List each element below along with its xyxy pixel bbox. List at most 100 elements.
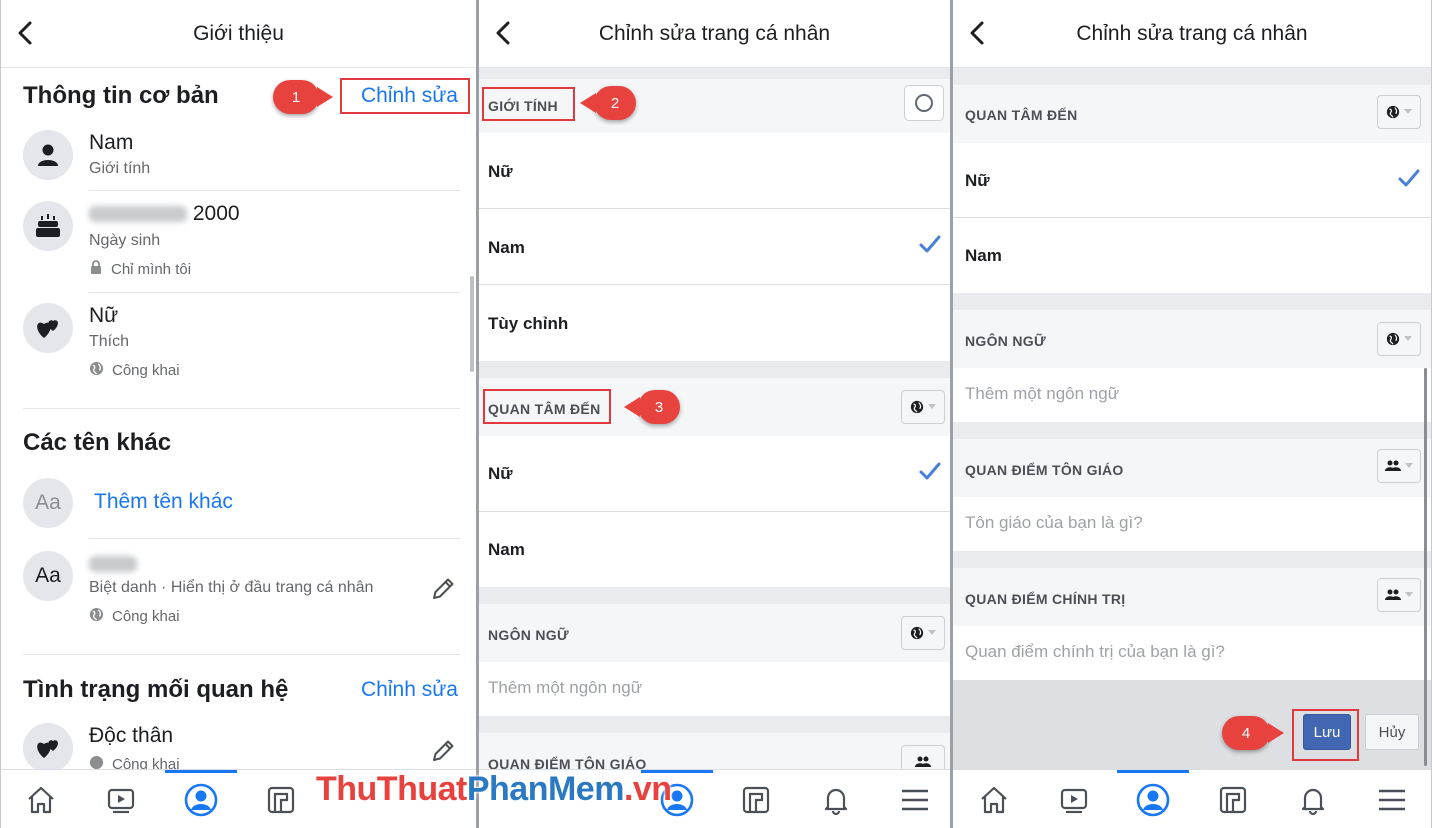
pages-icon[interactable] xyxy=(1215,782,1251,818)
language-placeholder: Thêm một ngôn ngữ xyxy=(965,384,1120,403)
caret-down-icon xyxy=(1405,592,1413,597)
highlight-interested-section xyxy=(483,389,611,424)
section-gap xyxy=(953,293,1431,310)
step-3-callout: 3 xyxy=(624,390,680,424)
menu-icon[interactable] xyxy=(1374,782,1410,818)
gender-option[interactable]: Nữ xyxy=(479,133,950,209)
gender-option-label: Nữ xyxy=(488,162,513,181)
scrollbar[interactable] xyxy=(1424,368,1427,766)
gender-option[interactable]: Tùy chỉnh xyxy=(479,285,950,361)
privacy-selector[interactable] xyxy=(901,616,945,650)
top-bar: Giới thiệu xyxy=(1,0,476,68)
step-4-callout: 4 xyxy=(1222,716,1284,750)
home-icon[interactable] xyxy=(976,782,1012,818)
page-title: Chỉnh sửa trang cá nhân xyxy=(598,22,831,45)
top-bar: Chỉnh sửa trang cá nhân xyxy=(479,0,950,68)
political-input[interactable]: Quan điểm chính trị của bạn là gì? xyxy=(953,626,1431,680)
checkmark-icon xyxy=(918,460,942,487)
home-icon[interactable] xyxy=(23,782,59,818)
religion-placeholder: Tôn giáo của bạn là gì? xyxy=(965,513,1143,532)
caret-down-icon xyxy=(928,630,936,635)
highlight-save-button xyxy=(1292,709,1359,761)
menu-icon[interactable] xyxy=(897,782,933,818)
watermark: ThuThuatPhanMem.vn xyxy=(316,770,672,809)
language-input[interactable]: Thêm một ngôn ngữ xyxy=(479,662,950,716)
language-section-header: NGÔN NGỮ xyxy=(953,310,1431,368)
nickname-value xyxy=(89,552,137,576)
caret-down-icon xyxy=(1404,109,1412,114)
religion-section-header: QUAN ĐIỂM TÔN GIÁO xyxy=(953,439,1431,497)
profile-icon[interactable] xyxy=(1135,782,1171,818)
nickname-privacy: Công khai xyxy=(89,607,180,626)
section-gap xyxy=(479,716,950,733)
hearts-icon xyxy=(23,303,73,353)
relationship-value: Độc thân xyxy=(89,724,174,747)
globe-icon xyxy=(1386,332,1400,346)
gender-label: Giới tính xyxy=(89,160,151,177)
cancel-button[interactable]: Hủy xyxy=(1365,714,1419,750)
caret-down-icon xyxy=(928,404,936,409)
blurred-date xyxy=(89,206,187,223)
globe-icon xyxy=(910,626,924,640)
action-bar xyxy=(953,680,1431,769)
interested-option-label: Nữ xyxy=(488,464,513,483)
privacy-selector[interactable] xyxy=(1377,449,1421,483)
interested-label: Thích xyxy=(89,333,130,350)
scrollbar[interactable] xyxy=(470,276,474,372)
privacy-selector[interactable] xyxy=(1377,322,1421,356)
divider xyxy=(89,190,460,191)
profile-icon[interactable] xyxy=(183,782,219,818)
gender-option[interactable]: Nam xyxy=(479,209,950,285)
interested-option[interactable]: Nữ xyxy=(479,436,950,511)
friends-icon xyxy=(1385,589,1401,600)
language-section-label: NGÔN NGỮ xyxy=(965,333,1046,349)
privacy-selector[interactable] xyxy=(901,390,945,424)
caret-down-icon xyxy=(1405,463,1413,468)
person-icon xyxy=(23,130,73,180)
relationship-heading: Tình trạng mối quan hệ xyxy=(23,676,289,703)
interested-option[interactable]: Nam xyxy=(479,512,950,587)
bell-icon[interactable] xyxy=(1295,782,1331,818)
interested-value: Nữ xyxy=(89,304,119,327)
political-section-label: QUAN ĐIỂM CHÍNH TRỊ xyxy=(965,591,1126,607)
birthday-year: 2000 xyxy=(192,202,240,225)
pages-icon[interactable] xyxy=(263,782,299,818)
checkmark-icon xyxy=(918,233,942,260)
religion-section-label: QUAN ĐIỂM TÔN GIÁO xyxy=(965,462,1124,478)
pencil-icon[interactable] xyxy=(429,737,457,770)
globe-icon xyxy=(89,361,104,380)
add-other-name-link[interactable]: Thêm tên khác xyxy=(94,490,233,514)
section-gap xyxy=(953,422,1431,439)
gender-option-label: Nam xyxy=(488,238,525,257)
interested-option[interactable]: Nam xyxy=(953,218,1431,293)
language-input[interactable]: Thêm một ngôn ngữ xyxy=(953,368,1431,422)
edit-relationship-link[interactable]: Chỉnh sửa xyxy=(361,678,458,702)
pages-icon[interactable] xyxy=(738,782,774,818)
language-placeholder: Thêm một ngôn ngữ xyxy=(488,678,643,697)
privacy-selector[interactable] xyxy=(1377,95,1421,129)
watch-icon[interactable] xyxy=(1056,782,1092,818)
bell-icon[interactable] xyxy=(818,782,854,818)
step-1-callout: 1 xyxy=(273,80,333,114)
radio-circle-icon[interactable] xyxy=(904,85,944,121)
highlight-edit-link xyxy=(340,78,470,114)
section-divider xyxy=(23,654,460,655)
nickname-avatar: Aa xyxy=(23,551,73,601)
globe-icon xyxy=(910,400,924,414)
religion-input[interactable]: Tôn giáo của bạn là gì? xyxy=(953,497,1431,551)
globe-icon xyxy=(1386,105,1400,119)
section-gap xyxy=(953,68,1431,85)
birthday-privacy-label: Chỉ mình tôi xyxy=(111,260,192,278)
watch-icon[interactable] xyxy=(103,782,139,818)
interested-option[interactable]: Nữ xyxy=(953,143,1431,217)
birthday-value: 2000 xyxy=(89,202,240,226)
hearts-icon xyxy=(23,723,73,773)
privacy-selector[interactable] xyxy=(1377,578,1421,612)
watermark-part-3: .vn xyxy=(623,770,672,808)
pencil-icon[interactable] xyxy=(429,575,457,608)
political-placeholder: Quan điểm chính trị của bạn là gì? xyxy=(965,642,1225,661)
watermark-part-1: ThuThuat xyxy=(316,770,467,808)
gender-value: Nam xyxy=(89,131,134,154)
page-title: Chỉnh sửa trang cá nhân xyxy=(1076,22,1308,45)
interested-option-label: Nam xyxy=(965,246,1002,265)
